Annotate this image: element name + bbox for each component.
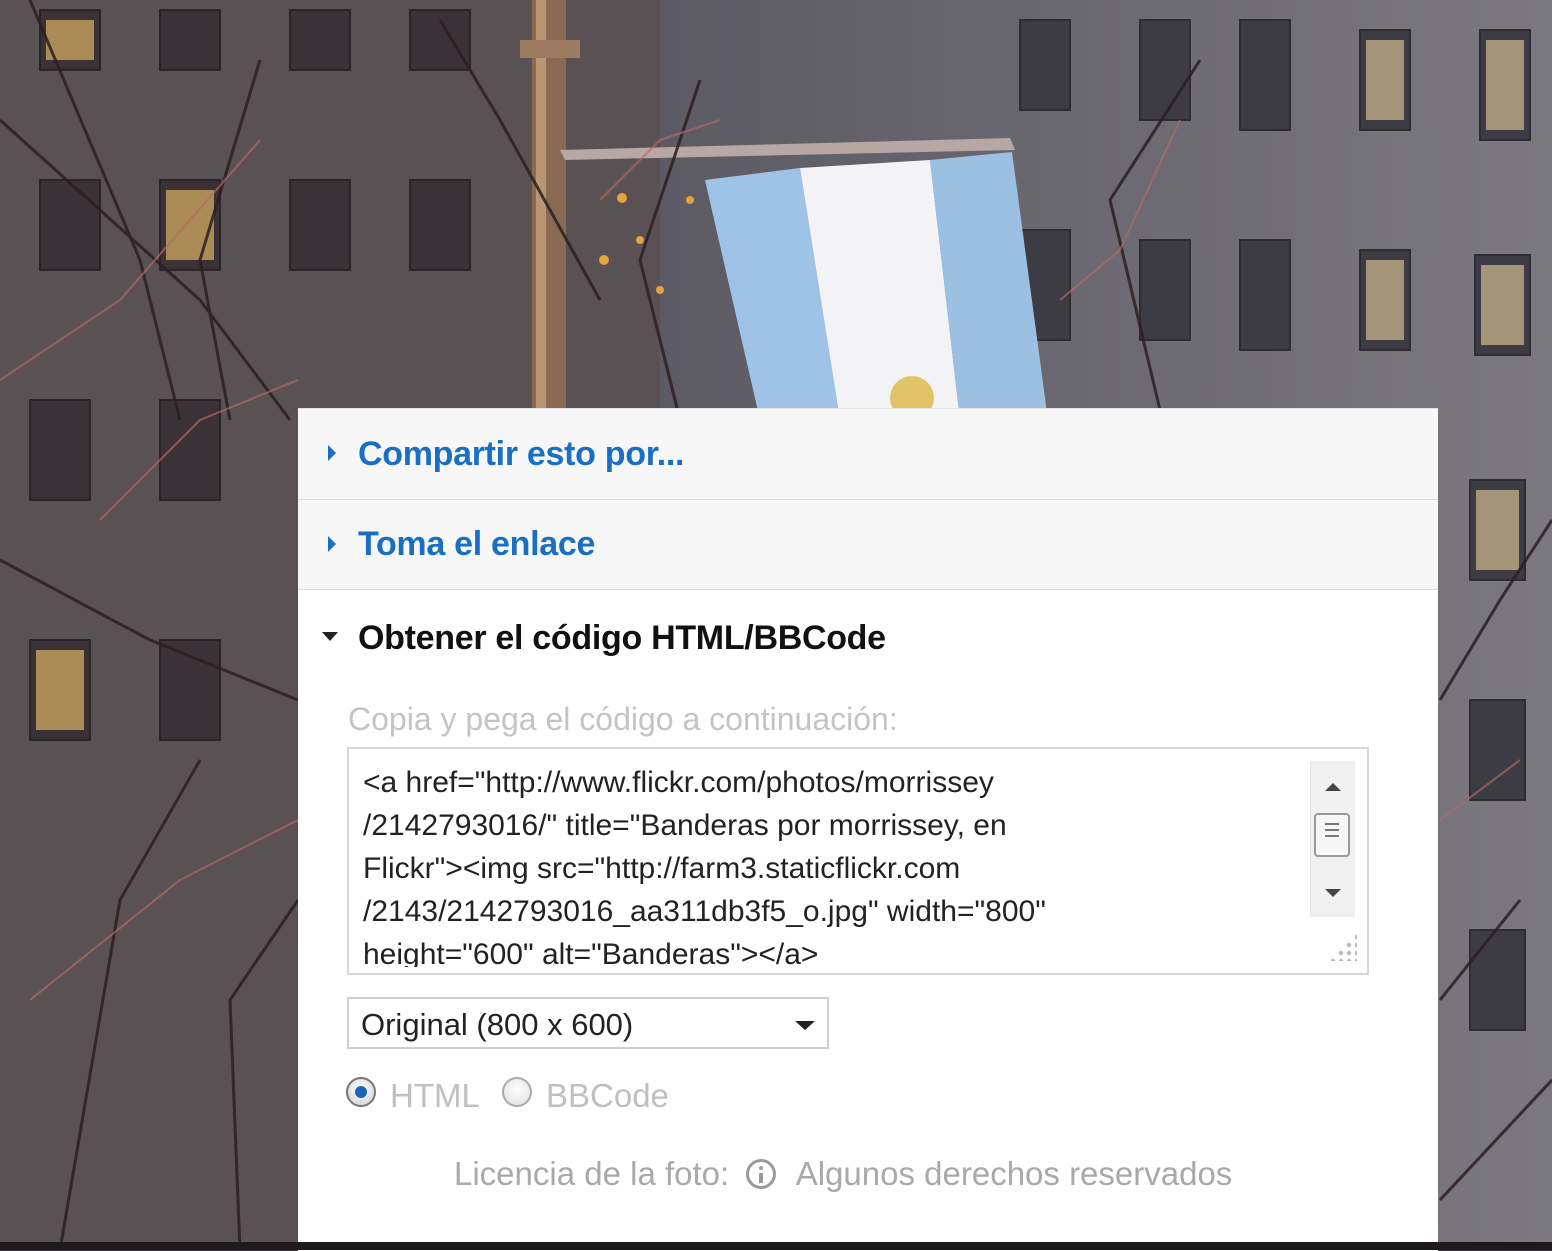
embed-code-text[interactable]: <a href="http://www.flickr.com/photos/mo… (363, 761, 1323, 967)
accordion-embed-label[interactable]: Obtener el código HTML/BBCode (358, 619, 886, 658)
expand-arrow-icon (328, 536, 336, 552)
bottom-strip (0, 1242, 1552, 1250)
accordion-embed[interactable]: Obtener el código HTML/BBCode (298, 590, 1438, 686)
radio-bbcode-label[interactable]: BBCode (546, 1077, 669, 1115)
accordion-share-label[interactable]: Compartir esto por... (358, 435, 685, 474)
share-panel: Compartir esto por... Toma el enlace Obt… (298, 408, 1438, 1251)
radio-bbcode[interactable] (502, 1077, 532, 1107)
embed-instruction: Copia y pega el código a continuación: (348, 701, 898, 737)
radio-html[interactable] (346, 1077, 376, 1107)
embed-code-textarea[interactable]: <a href="http://www.flickr.com/photos/mo… (347, 747, 1369, 975)
accordion-link-label[interactable]: Toma el enlace (358, 525, 595, 564)
collapse-arrow-icon (322, 632, 338, 641)
scroll-up-icon[interactable] (1325, 783, 1341, 791)
accordion-link[interactable]: Toma el enlace (298, 500, 1438, 590)
resize-grip-icon[interactable] (1329, 933, 1357, 961)
radio-html-label[interactable]: HTML (390, 1077, 480, 1115)
info-icon[interactable] (746, 1159, 777, 1189)
textarea-scrollbar[interactable] (1310, 761, 1355, 917)
image-size-select[interactable]: Original (800 x 600) (347, 997, 829, 1049)
scroll-down-icon[interactable] (1325, 889, 1341, 897)
license-label: Licencia de la foto: (454, 1155, 730, 1192)
accordion-share[interactable]: Compartir esto por... (298, 409, 1438, 500)
expand-arrow-icon (328, 445, 336, 461)
photo-license: Licencia de la foto: Algunos derechos re… (454, 1155, 1232, 1193)
image-size-value: Original (800 x 600) (361, 1007, 634, 1042)
dropdown-arrow-icon[interactable] (795, 1021, 815, 1030)
license-value[interactable]: Algunos derechos reservados (796, 1155, 1233, 1192)
scroll-thumb[interactable] (1314, 813, 1350, 857)
